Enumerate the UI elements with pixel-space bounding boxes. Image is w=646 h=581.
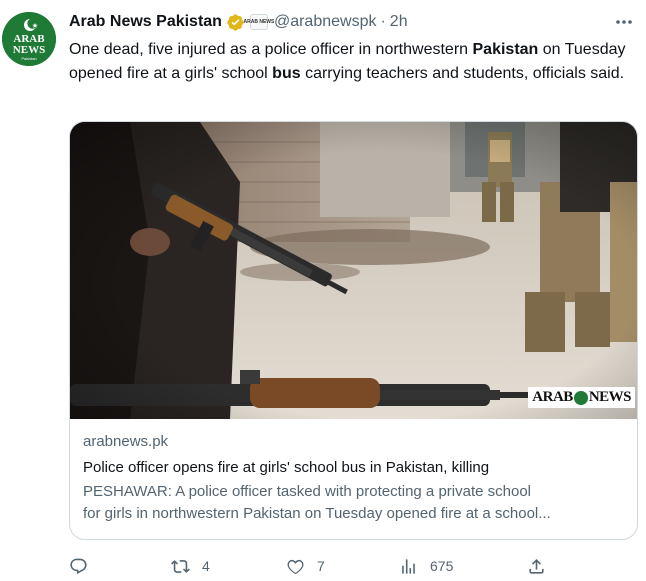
tweet[interactable]: ARAB NEWS Pakistan Arab News Pakistan AR… (0, 0, 646, 581)
card-description-line-1: PESHAWAR: A police officer tasked with p… (83, 483, 531, 500)
tweet-text-part-1: One dead, five injured as a police offic… (69, 41, 473, 58)
handle[interactable]: @arabnewspk (274, 13, 377, 31)
card-title: Police officer opens fire at girls' scho… (83, 459, 490, 476)
separator-dot: · (380, 13, 386, 30)
retweet-count: 4 (202, 558, 210, 574)
reply-button[interactable] (69, 552, 100, 580)
tweet-text-part-3: carrying teachers and students, official… (300, 65, 625, 82)
share-icon (529, 558, 544, 574)
like-icon (287, 559, 304, 574)
card-description-line-2: for girls in northwestern Pakistan on Tu… (83, 505, 551, 522)
avatar-line-2: NEWS (13, 44, 45, 56)
watermark-right: NEWS (588, 389, 632, 405)
tweet-text: One dead, five injured as a police offic… (69, 38, 641, 86)
affiliate-badge[interactable]: ARAB NEWS (244, 14, 274, 30)
card-image[interactable]: ARAB NEWS (70, 122, 637, 419)
reply-icon (70, 558, 87, 574)
timestamp[interactable]: 2h (390, 13, 408, 31)
hashtag-pakistan[interactable]: Pakistan (473, 41, 539, 58)
hashtag-bus[interactable]: bus (272, 65, 300, 82)
views-button[interactable]: 675 (399, 552, 453, 580)
display-name[interactable]: Arab News Pakistan (69, 13, 222, 31)
tweet-header: Arab News Pakistan ARAB NEWS @arabnewspk… (69, 11, 408, 33)
arabnews-watermark: ARAB NEWS (528, 387, 635, 408)
retweet-button[interactable]: 4 (171, 552, 210, 580)
link-card[interactable]: ARAB NEWS arabnews.pk Police officer open… (69, 121, 638, 540)
avatar[interactable]: ARAB NEWS Pakistan (2, 12, 56, 66)
verified-gold-icon[interactable] (226, 13, 245, 32)
card-domain: arabnews.pk (83, 433, 169, 450)
like-count: 7 (317, 558, 325, 574)
views-count: 675 (430, 558, 454, 574)
card-meta[interactable]: arabnews.pk Police officer opens fire at… (83, 431, 628, 525)
action-bar: 4 7 675 (69, 552, 549, 580)
avatar-line-3: Pakistan (21, 56, 36, 61)
like-button[interactable]: 7 (286, 552, 325, 580)
views-icon (402, 558, 415, 574)
watermark-crescent-icon (573, 390, 588, 405)
card-description: PESHAWAR: A police officer tasked with p… (83, 481, 628, 525)
more-icon[interactable] (612, 12, 636, 32)
share-button[interactable] (527, 552, 546, 580)
retweet-icon (171, 559, 190, 573)
watermark-left: ARAB (532, 389, 573, 405)
